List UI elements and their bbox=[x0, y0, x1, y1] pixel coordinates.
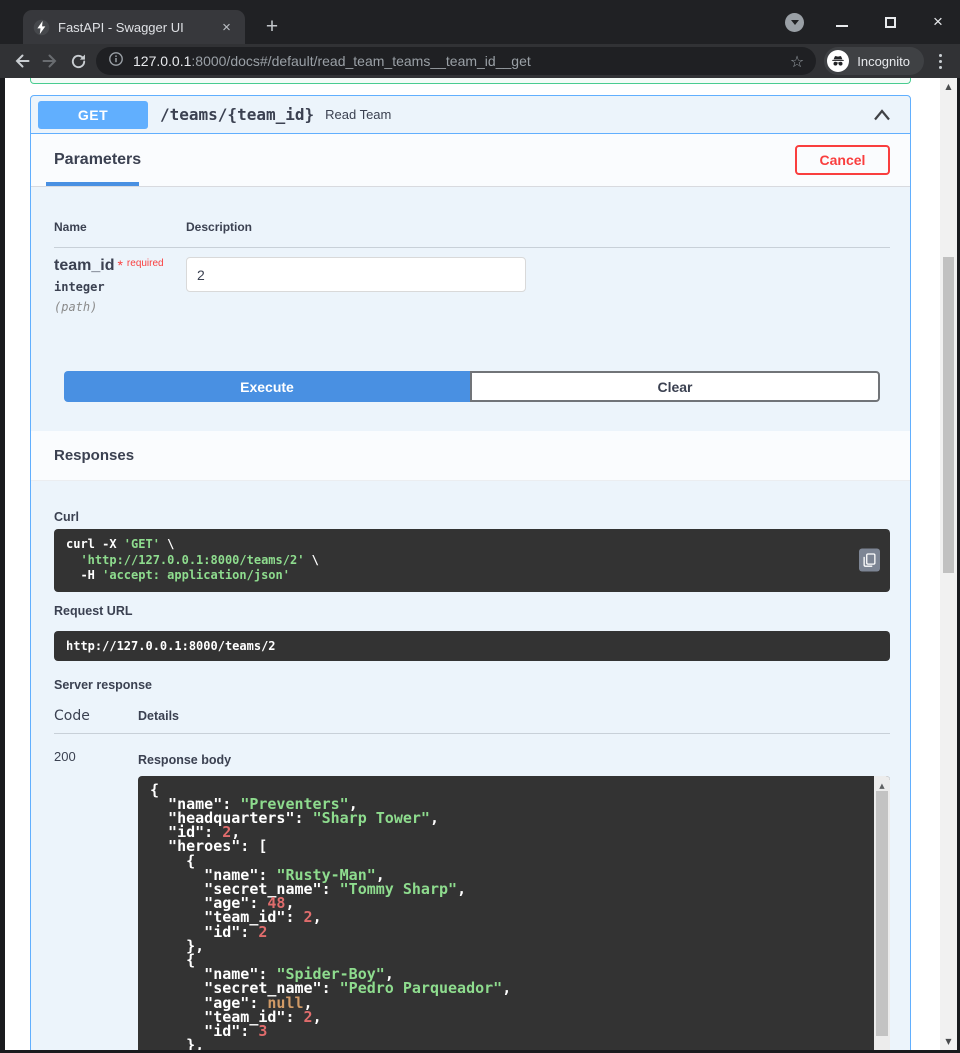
page-content: GET /teams/{team_id} Read Team Parameter… bbox=[5, 78, 957, 1050]
tab-close-icon[interactable]: × bbox=[218, 19, 235, 36]
response-body-scrollbar[interactable]: ▲ bbox=[874, 776, 890, 1051]
endpoint-header[interactable]: GET /teams/{team_id} Read Team bbox=[31, 96, 910, 134]
browser-menu-icon[interactable] bbox=[928, 54, 952, 69]
window-close-button[interactable]: × bbox=[928, 12, 948, 32]
reload-icon[interactable] bbox=[64, 47, 92, 75]
parameter-row: team_id * required integer (path) bbox=[54, 248, 890, 314]
server-response-label: Server response bbox=[54, 678, 890, 692]
cancel-button[interactable]: Cancel bbox=[795, 145, 890, 175]
browser-window: FastAPI - Swagger UI × + × 127.0.0.1:800… bbox=[0, 0, 960, 1053]
url-path: :8000/docs#/default/read_team_teams__tea… bbox=[191, 53, 530, 69]
copy-to-clipboard-icon[interactable] bbox=[859, 549, 880, 572]
parameter-value-cell bbox=[186, 257, 890, 314]
window-controls: × bbox=[785, 0, 960, 44]
swagger-page: GET /teams/{team_id} Read Team Parameter… bbox=[5, 78, 940, 1050]
responses-heading: Responses bbox=[54, 447, 134, 464]
execute-row: Execute Clear bbox=[64, 371, 880, 402]
page-info-icon[interactable] bbox=[108, 51, 124, 72]
new-tab-button[interactable]: + bbox=[261, 17, 283, 37]
url-text: 127.0.0.1:8000/docs#/default/read_team_t… bbox=[133, 53, 531, 69]
maximize-button[interactable] bbox=[880, 17, 900, 28]
team-id-input[interactable] bbox=[186, 257, 526, 292]
incognito-label: Incognito bbox=[857, 54, 910, 69]
request-url-label: Request URL bbox=[54, 604, 890, 618]
column-description: Description bbox=[186, 220, 890, 234]
tab-bar: FastAPI - Swagger UI × + × bbox=[0, 0, 960, 44]
column-details: Details bbox=[138, 709, 179, 723]
responses-body: Curl curl -X 'GET' \ 'http://127.0.0.1:8… bbox=[31, 481, 910, 1050]
status-code: 200 bbox=[54, 747, 138, 1051]
page-scrollbar[interactable]: ▲ ▼ bbox=[940, 78, 957, 1050]
collapse-chevron-icon[interactable] bbox=[872, 107, 892, 122]
parameters-tab-underline bbox=[46, 182, 139, 186]
tab-parameters: Parameters bbox=[54, 151, 141, 169]
incognito-badge: Incognito bbox=[824, 47, 924, 75]
incognito-icon bbox=[827, 50, 849, 72]
response-body-block: ▲ { "name": "Preventers", "headquarters"… bbox=[138, 776, 890, 1051]
method-badge: GET bbox=[38, 101, 148, 129]
column-name: Name bbox=[54, 220, 186, 234]
get-endpoint-panel: GET /teams/{team_id} Read Team Parameter… bbox=[30, 95, 911, 1050]
required-asterisk: * bbox=[117, 257, 122, 273]
browser-tab[interactable]: FastAPI - Swagger UI × bbox=[23, 10, 245, 44]
curl-label: Curl bbox=[54, 510, 890, 524]
minimize-button[interactable] bbox=[832, 17, 852, 27]
response-details-cell: Response body ▲ { "name": "Preventers", … bbox=[138, 747, 890, 1051]
parameters-header-row: Parameters Cancel bbox=[31, 134, 910, 187]
curl-code-block: curl -X 'GET' \ 'http://127.0.0.1:8000/t… bbox=[54, 529, 890, 592]
execute-button[interactable]: Execute bbox=[64, 371, 470, 402]
browser-toolbar: 127.0.0.1:8000/docs#/default/read_team_t… bbox=[0, 44, 960, 78]
response-row: 200 Response body ▲ { "name": "Preventer… bbox=[54, 747, 890, 1051]
parameter-location: (path) bbox=[54, 300, 186, 314]
back-icon[interactable] bbox=[8, 47, 36, 75]
parameter-type: integer bbox=[54, 280, 186, 294]
url-host: 127.0.0.1 bbox=[133, 53, 191, 69]
parameter-meta: team_id * required integer (path) bbox=[54, 257, 186, 314]
url-bar[interactable]: 127.0.0.1:8000/docs#/default/read_team_t… bbox=[96, 47, 816, 75]
bookmark-star-icon[interactable]: ☆ bbox=[790, 52, 804, 71]
clear-button[interactable]: Clear bbox=[470, 371, 880, 402]
required-label: required bbox=[127, 258, 164, 269]
scrollbar-thumb[interactable] bbox=[876, 791, 888, 1036]
request-url-block: http://127.0.0.1:8000/teams/2 bbox=[54, 631, 890, 661]
response-table-header: Code Details bbox=[54, 708, 890, 734]
scroll-down-icon[interactable]: ▼ bbox=[940, 1037, 957, 1046]
responses-header-strip: Responses bbox=[31, 431, 910, 481]
column-code: Code bbox=[54, 708, 138, 724]
forward-icon[interactable] bbox=[36, 47, 64, 75]
parameters-table: Name Description team_id * required inte… bbox=[31, 187, 910, 314]
parameter-name: team_id bbox=[54, 257, 114, 275]
endpoint-path: /teams/{team_id} bbox=[160, 105, 314, 124]
browser-update-icon[interactable] bbox=[785, 13, 804, 32]
scrollbar-thumb[interactable] bbox=[943, 257, 954, 573]
fastapi-favicon-icon bbox=[33, 19, 50, 36]
scroll-up-icon[interactable]: ▲ bbox=[940, 82, 957, 91]
previous-endpoint-fragment bbox=[30, 78, 911, 84]
response-body-label: Response body bbox=[138, 753, 890, 767]
parameters-table-header: Name Description bbox=[54, 220, 890, 248]
endpoint-summary: Read Team bbox=[325, 107, 391, 122]
tab-title: FastAPI - Swagger UI bbox=[58, 20, 210, 35]
